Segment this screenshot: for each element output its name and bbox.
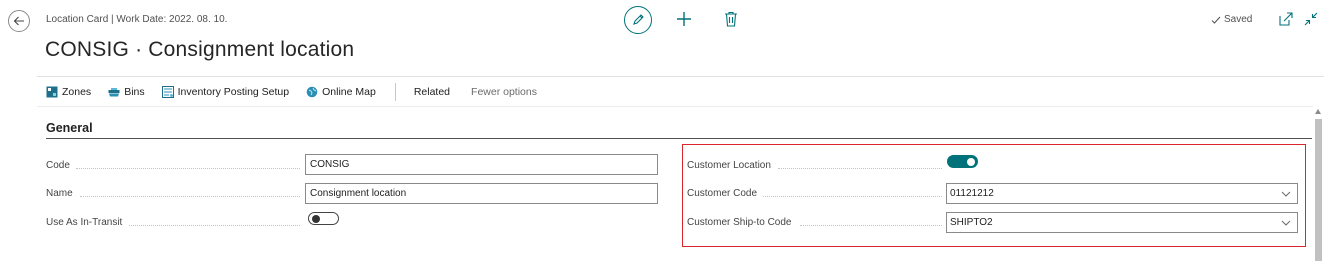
back-button[interactable] (8, 10, 30, 32)
name-dots (80, 196, 300, 197)
action-bar: Zones Bins Inventory Posting Setup Onlin… (46, 83, 554, 101)
inventory-posting-setup-icon (161, 86, 174, 98)
action-fewer-options[interactable]: Fewer options (471, 86, 537, 98)
action-related[interactable]: Related (414, 86, 450, 98)
action-divider (37, 106, 1313, 107)
open-new-window-icon[interactable] (1279, 12, 1293, 26)
scrollbar[interactable] (1314, 107, 1323, 261)
code-dots (76, 168, 300, 169)
saved-label: Saved (1224, 14, 1253, 25)
edit-button[interactable] (624, 6, 652, 34)
use-as-in-transit-label: Use As In-Transit (46, 216, 123, 228)
action-bins[interactable]: Bins (108, 86, 145, 98)
online-map-icon (306, 86, 318, 98)
highlight-box (682, 144, 1306, 247)
code-label: Code (46, 159, 70, 171)
add-icon[interactable] (676, 11, 692, 27)
scroll-up-icon[interactable] (1315, 109, 1321, 114)
action-separator (394, 83, 396, 101)
saved-status: Saved (1211, 14, 1252, 25)
pencil-icon (633, 14, 644, 25)
name-field[interactable]: Consignment location (305, 183, 658, 204)
bins-icon (108, 88, 120, 97)
section-divider (46, 138, 1312, 139)
delete-icon[interactable] (724, 11, 738, 27)
toggle-knob (312, 215, 320, 223)
breadcrumb: Location Card | Work Date: 2022. 08. 10. (46, 14, 228, 25)
action-inventory-posting-setup[interactable]: Inventory Posting Setup (161, 86, 289, 98)
collapse-icon[interactable] (1304, 12, 1318, 26)
arrow-left-icon (13, 16, 24, 26)
use-as-in-transit-dots (129, 225, 300, 226)
page-title: CONSIG · Consignment location (45, 38, 355, 61)
code-field[interactable]: CONSIG (305, 154, 658, 175)
use-as-in-transit-toggle[interactable] (308, 212, 339, 225)
name-label: Name (46, 187, 73, 199)
title-divider (37, 76, 1324, 77)
checkmark-icon (1211, 16, 1221, 24)
action-zones[interactable]: Zones (46, 86, 91, 98)
section-general-title[interactable]: General (46, 121, 93, 135)
scroll-thumb[interactable] (1315, 119, 1322, 261)
zones-icon (46, 86, 58, 98)
action-online-map[interactable]: Online Map (306, 86, 376, 98)
